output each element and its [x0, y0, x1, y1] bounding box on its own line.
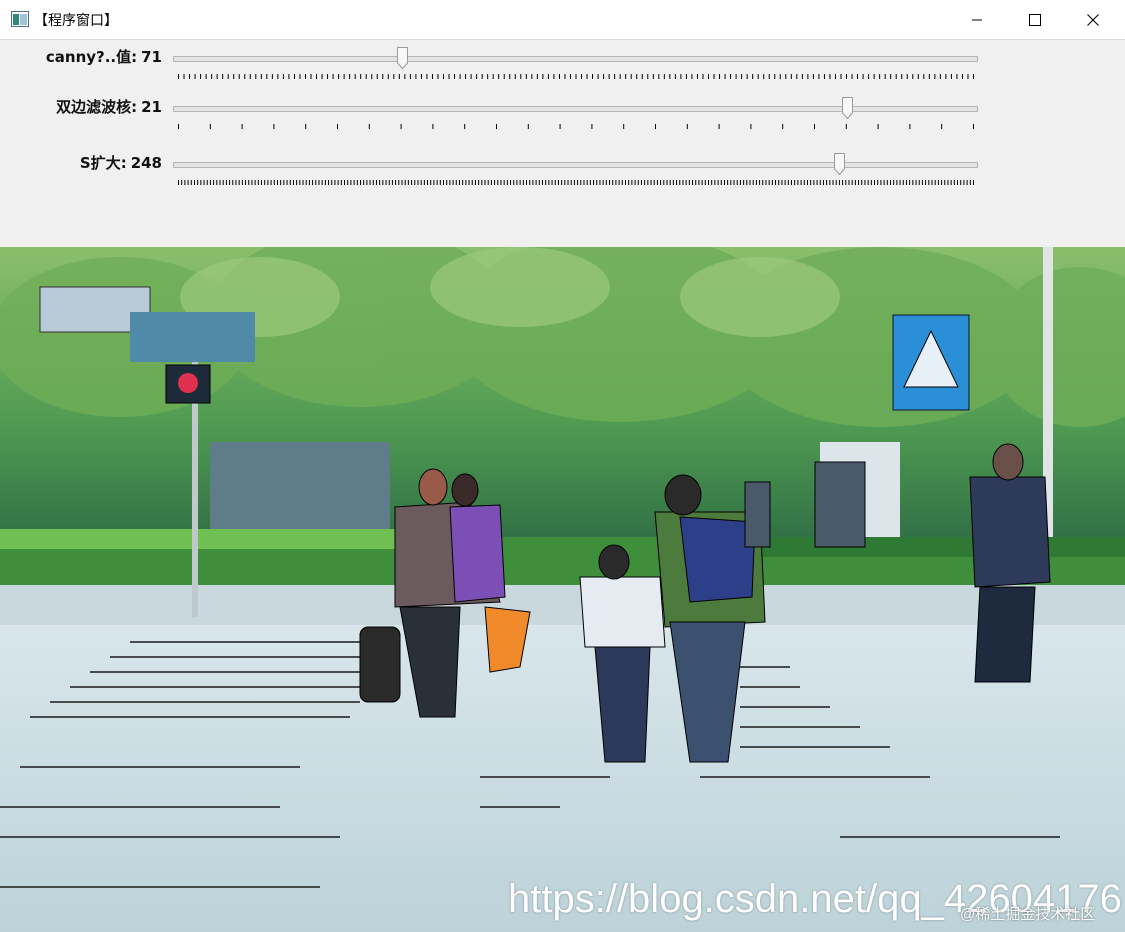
trackbar-label: 双边滤波核: 21 [56, 98, 162, 116]
close-icon [1087, 13, 1099, 26]
close-button[interactable] [1064, 0, 1122, 39]
trackbar-track[interactable] [173, 106, 978, 112]
trackbar-bilateral-kernel: 双边滤波核: 21 [0, 96, 1125, 146]
trackbar-thumb[interactable] [397, 47, 409, 69]
trackbar-ticks [178, 180, 974, 185]
title-bar: 【程序窗口】 [0, 0, 1125, 40]
maximize-icon [1029, 13, 1041, 26]
trackbar-panel: canny?..值: 71 双边滤波核: 21 S扩大: 248 [0, 40, 1125, 247]
window-title: 【程序窗口】 [34, 13, 118, 29]
trackbar-track[interactable] [173, 162, 978, 168]
minimize-icon [972, 19, 982, 20]
maximize-button[interactable] [1006, 0, 1064, 39]
trackbar-track[interactable] [173, 56, 978, 62]
minimize-button[interactable] [948, 0, 1006, 39]
trackbar-value: 71 [141, 48, 162, 66]
trackbar-thumb[interactable] [842, 97, 854, 119]
watermark-sub: @稀土掘金技术社区 [960, 906, 1096, 923]
app-window-icon [11, 11, 29, 27]
trackbar-s-enlarge: S扩大: 248 [0, 152, 1125, 202]
trackbar-ticks [178, 74, 974, 79]
trackbar-value: 248 [130, 154, 162, 172]
trackbar-value: 21 [141, 98, 162, 116]
trackbar-label: canny?..值: 71 [45, 48, 162, 66]
trackbar-thumb[interactable] [833, 153, 845, 175]
image-display: https://blog.csdn.net/qq_42604176 @稀土掘金技… [0, 247, 1125, 932]
trackbar-ticks [178, 124, 974, 129]
cartoonized-crosswalk-image [0, 247, 1125, 932]
trackbar-canny-threshold: canny?..值: 71 [0, 46, 1125, 96]
trackbar-label: S扩大: 248 [79, 154, 162, 172]
